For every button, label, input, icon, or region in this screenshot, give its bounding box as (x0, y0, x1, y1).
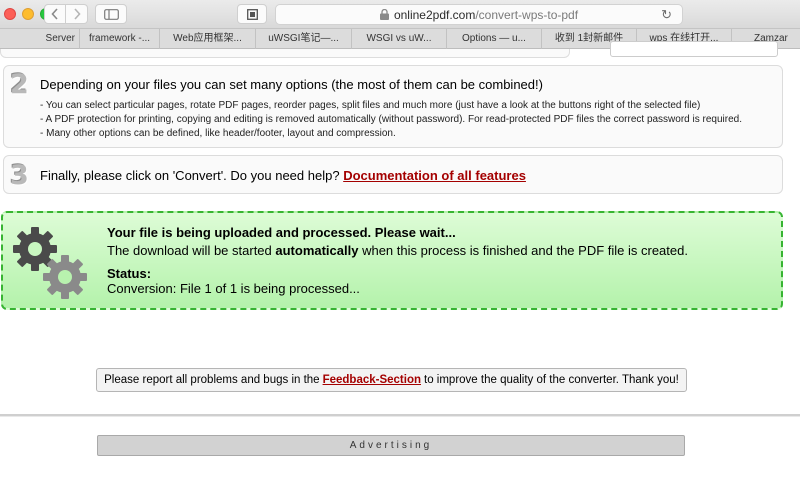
previous-step-box (0, 49, 570, 58)
reload-icon[interactable]: ↻ (661, 7, 672, 23)
step-2-options: 2 Depending on your files you can set ma… (3, 65, 783, 148)
feedback-text: to improve the quality of the converter.… (424, 374, 679, 386)
bookmark-item[interactable]: Server (0, 29, 80, 49)
bookmark-item[interactable]: framework -... (80, 29, 160, 49)
step-title: Depending on your files you can set many… (40, 77, 543, 92)
step-number: 3 (10, 160, 29, 191)
step-title: Finally, please click on 'Convert'. Do y… (40, 168, 526, 183)
close-window-button[interactable] (4, 8, 16, 20)
divider (0, 414, 800, 417)
step-3-convert: 3 Finally, please click on 'Convert'. Do… (3, 155, 783, 194)
options-select[interactable] (610, 41, 778, 57)
step-text: Finally, please click on 'Convert'. Do y… (40, 168, 340, 183)
bookmark-item[interactable]: uWSGI笔记—... (256, 29, 352, 49)
bookmark-item[interactable]: WSGI vs uW... (352, 29, 447, 49)
url-path: /convert-wps-to-pdf (475, 7, 579, 22)
description-emphasis: automatically (275, 243, 359, 258)
status-text: Conversion: File 1 of 1 is being process… (107, 281, 360, 296)
feedback-section-link[interactable]: Feedback-Section (323, 374, 421, 386)
feedback-notice: Please report all problems and bugs in t… (96, 368, 687, 392)
chevron-left-icon (51, 8, 58, 20)
lock-icon (379, 9, 389, 20)
processing-status-box: Your file is being uploaded and processe… (1, 211, 783, 310)
processing-title: Your file is being uploaded and processe… (107, 225, 456, 240)
gears-icon (13, 227, 87, 299)
bookmark-item[interactable]: Options — u... (447, 29, 542, 49)
feedback-text: Please report all problems and bugs in t… (104, 374, 320, 386)
sidebar-toggle-button[interactable] (95, 4, 127, 24)
sidebar-icon (103, 8, 119, 20)
reader-view-button[interactable] (237, 4, 267, 24)
list-item: - A PDF protection for printing, copying… (40, 114, 742, 125)
status-label: Status: (107, 266, 152, 281)
step-number: 2 (10, 69, 29, 100)
url-host: online2pdf.com (393, 7, 476, 22)
address-bar[interactable]: online2pdf.com/convert-wps-to-pdf ↻ (275, 4, 683, 25)
browser-toolbar: online2pdf.com/convert-wps-to-pdf ↻ (0, 0, 800, 29)
advertising-bar: Advertising (97, 435, 685, 456)
forward-button[interactable] (66, 4, 88, 24)
options-list: - You can select particular pages, rotat… (40, 99, 742, 141)
description-text: when this process is finished and the PD… (358, 243, 688, 258)
reader-icon (246, 8, 258, 20)
list-item: - Many other options can be defined, lik… (40, 128, 396, 139)
documentation-link[interactable]: Documentation of all features (343, 168, 526, 183)
list-item: - You can select particular pages, rotat… (40, 100, 701, 111)
back-button[interactable] (44, 4, 66, 24)
processing-description: The download will be started automatical… (107, 243, 688, 258)
description-text: The download will be started (107, 243, 276, 258)
chevron-right-icon (73, 8, 81, 20)
minimize-window-button[interactable] (22, 8, 34, 20)
bookmark-item[interactable]: Web应用框架... (160, 29, 256, 49)
